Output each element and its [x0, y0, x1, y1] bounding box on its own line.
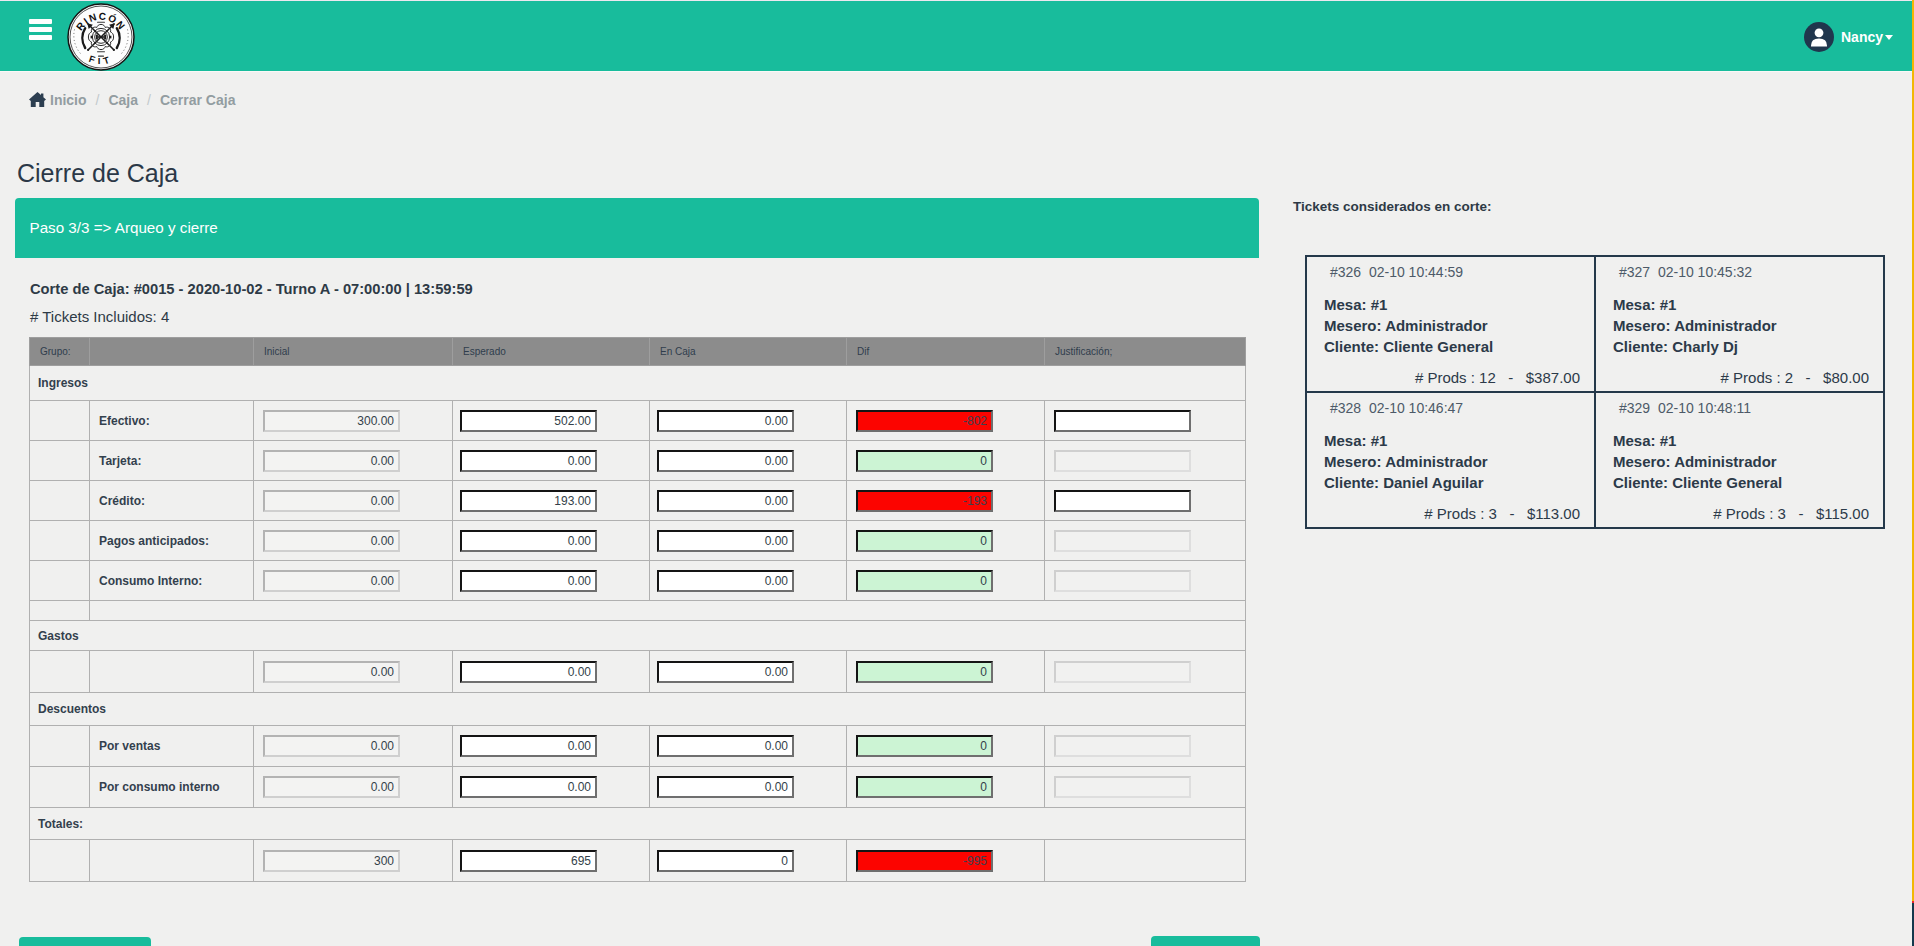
svg-text:FIT: FIT [88, 53, 115, 66]
